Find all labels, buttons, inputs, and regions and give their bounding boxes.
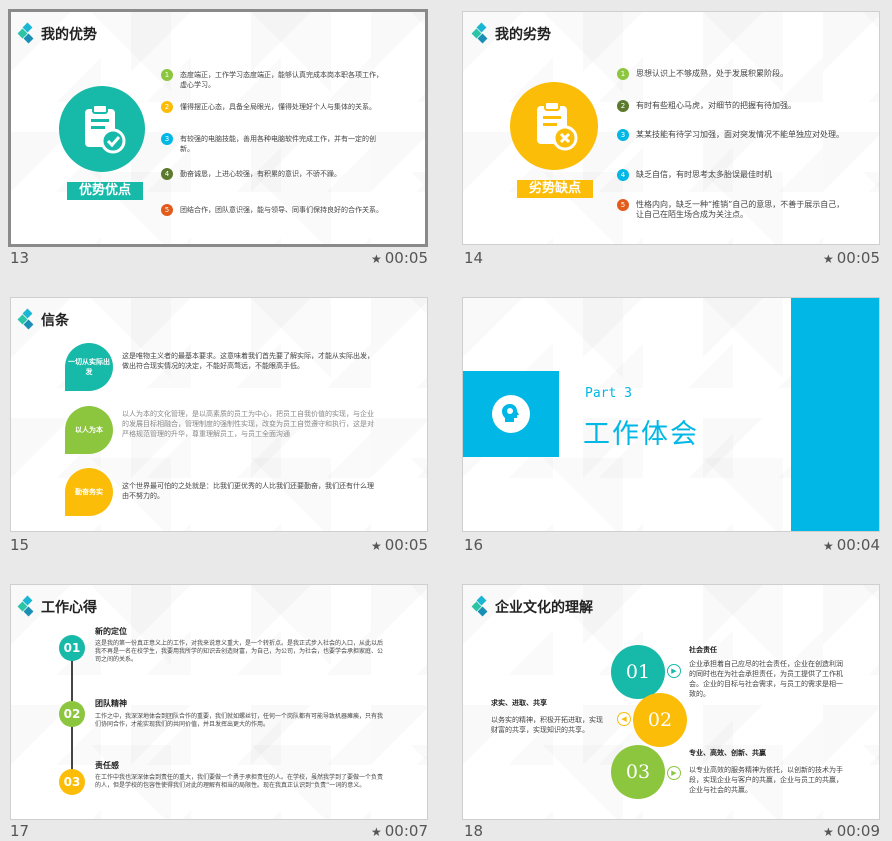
slide-number: 15 [10,536,30,554]
creed-badge: 一切从实际出发 [65,343,113,391]
play-icon: ▶ [667,664,681,678]
slide-thumbnail-16[interactable]: Part 3 工作体会 [462,297,880,532]
culture-heading: 社会责任 [689,646,717,654]
clipboard-x-icon [510,82,598,170]
slide-title: 我的优势 [17,22,97,44]
culture-heading: 求实、进取、共享 [491,699,547,707]
play-icon: ◀ [617,712,631,726]
head-lightbulb-icon [492,395,530,433]
timeline-node: 03 [59,769,85,795]
slide-title: 工作心得 [17,595,97,617]
slide-meta-13: 13 ★ 00:05 [10,249,428,267]
slide-number: 13 [10,249,30,267]
culture-circle: 01 [611,645,665,699]
list-item: 5 团结合作，团队意识强，能与领导、同事们保持良好的合作关系。 [161,204,386,216]
slide-duration: ★ 00:07 [371,822,428,840]
timeline-heading: 团队精神 [95,699,127,708]
logo-icon [471,595,491,617]
list-item: 1 态度端正，工作学习态度端正，能够认真完成本岗本职各项工作，虚心学习。 [161,69,386,90]
slide-number: 14 [464,249,484,267]
slide-duration: ★ 00:05 [371,249,428,267]
list-item: 3 有较强的电脑技能，善用各种电脑软件完成工作，并有一定的创新。 [161,133,386,154]
slide-thumbnail-17[interactable]: 工作心得 01 02 03 新的定位 这是我的第一份真正意义上的工作，对我来说意… [10,584,428,820]
list-item: 1 思想认识上不够成熟，处于发展积累阶段。 [617,68,852,80]
timeline-text: 这是我的第一份真正意义上的工作，对我来说意义重大，是一个转折点。是我正式步入社会… [95,640,384,663]
number-badge: 4 [161,168,173,180]
slide-duration: ★ 00:05 [371,536,428,554]
culture-text: 以务实的精神，积极开拓进取，实现财富的共享，实现知识的共享。 [491,716,603,734]
culture-circle: 03 [611,745,665,799]
slide-duration: ★ 00:04 [823,536,880,554]
star-icon: ★ [823,252,834,266]
slide-number: 16 [464,536,484,554]
creed-text: 以人为本的文化管理，是以高素质的员工为中心，把员工自我价值的实现，与企业的发展目… [122,410,374,438]
number-badge: 1 [617,68,629,80]
creed-badge: 以人为本 [65,406,113,454]
number-badge: 2 [617,100,629,112]
list-item: 2 懂得摆正心态，具备全局眼光，懂得处理好个人与集体的关系。 [161,101,386,113]
slide-thumbnail-15[interactable]: 信条 一切从实际出发 这是唯物主义者的最基本要求。这意味着我们首先要了解实际，才… [10,297,428,532]
slide-title: 企业文化的理解 [471,595,593,617]
timeline-node: 02 [59,701,85,727]
number-badge: 2 [161,101,173,113]
number-badge: 4 [617,169,629,181]
slide-title: 我的劣势 [471,22,551,44]
culture-circle: 02 [633,693,687,747]
slide-meta-17: 17 ★ 00:07 [10,822,428,840]
list-item: 3 某某技能有待学习加强，面对突发情况不能单独应对处理。 [617,129,852,141]
timeline-heading: 新的定位 [95,627,127,636]
list-item: 5 性格内向，缺乏一种“推销”自己的意思，不善于展示自己，让自己在陌生场合成为关注… [617,199,852,220]
culture-heading: 专业、高效、创新、共赢 [689,749,766,757]
slide-number: 18 [464,822,484,840]
number-badge: 3 [161,133,173,145]
logo-icon [471,22,491,44]
advantages-banner: 优势优点 [67,182,143,200]
slide-meta-18: 18 ★ 00:09 [464,822,880,840]
timeline-heading: 责任感 [95,761,119,770]
logo-icon [17,22,37,44]
play-icon: ▶ [667,766,681,780]
culture-text: 企业承担着自己应尽的社会责任，企业在创造利润的同时也在为社会承担责任，为员工提供… [689,660,843,698]
disadvantages-banner: 劣势缺点 [517,180,593,198]
number-badge: 5 [161,204,173,216]
star-icon: ★ [371,539,382,553]
slide-duration: ★ 00:09 [823,822,880,840]
number-badge: 3 [617,129,629,141]
star-icon: ★ [823,825,834,839]
timeline-text: 工作之中，我深深地体会到团队合作的重要，我们就如螺丝钉，任何一个岗队都有可能导致… [95,713,384,728]
section-heading: 工作体会 [583,419,699,450]
clipboard-check-icon [59,86,145,172]
section-blue-bar [791,298,879,531]
slide-meta-16: 16 ★ 00:04 [464,536,880,554]
star-icon: ★ [371,252,382,266]
slide-thumbnail-14[interactable]: 我的劣势 劣势缺点 1 思想认识上不够成熟，处于发展积累阶段。 2 有时有些粗心马虎… [462,11,880,245]
part-label: Part 3 [585,386,632,401]
list-item: 4 缺乏自信，有时思考太多胎误最佳时机 [617,169,852,181]
creed-text: 这个世界最可怕的之处就是：比我们更优秀的人比我们还要勤奋，我们还有什么理由不努力… [122,482,374,500]
slide-number: 17 [10,822,30,840]
number-badge: 1 [161,69,173,81]
logo-icon [17,308,37,330]
culture-text: 以专业高效的服务精神为依托，以创新的技术为手段，实现企业与客户的共赢，企业与员工… [689,766,843,794]
timeline-node: 01 [59,635,85,661]
list-item: 4 勤奋诚恳，上进心较强，有积累的意识，不骄不躁。 [161,168,386,180]
slide-thumbnail-18[interactable]: 企业文化的理解 01 02 03 ▶ ◀ ▶ 社会责任 企业承担着自己应尽的社会… [462,584,880,820]
number-badge: 5 [617,199,629,211]
star-icon: ★ [823,539,834,553]
slide-title: 信条 [17,308,69,330]
slide-thumbnail-13[interactable]: 我的优势 优势优点 1 态度端正，工作学习态度端正，能够认真完成本岗本职各项工作，… [8,9,428,247]
creed-text: 这是唯物主义者的最基本要求。这意味着我们首先要了解实际，才能从实际出发，做出符合… [122,352,374,370]
star-icon: ★ [371,825,382,839]
section-icon-box [463,371,559,457]
logo-icon [17,595,37,617]
slide-meta-15: 15 ★ 00:05 [10,536,428,554]
timeline-text: 在工作中我也深深体会到责任的重大，我们要做一个勇于承担责任的人。在学校，虽然我学… [95,774,384,789]
list-item: 2 有时有些粗心马虎，对细节的把握有待加强。 [617,100,852,112]
slide-meta-14: 14 ★ 00:05 [464,249,880,267]
creed-badge: 勤奋务实 [65,468,113,516]
slide-duration: ★ 00:05 [823,249,880,267]
